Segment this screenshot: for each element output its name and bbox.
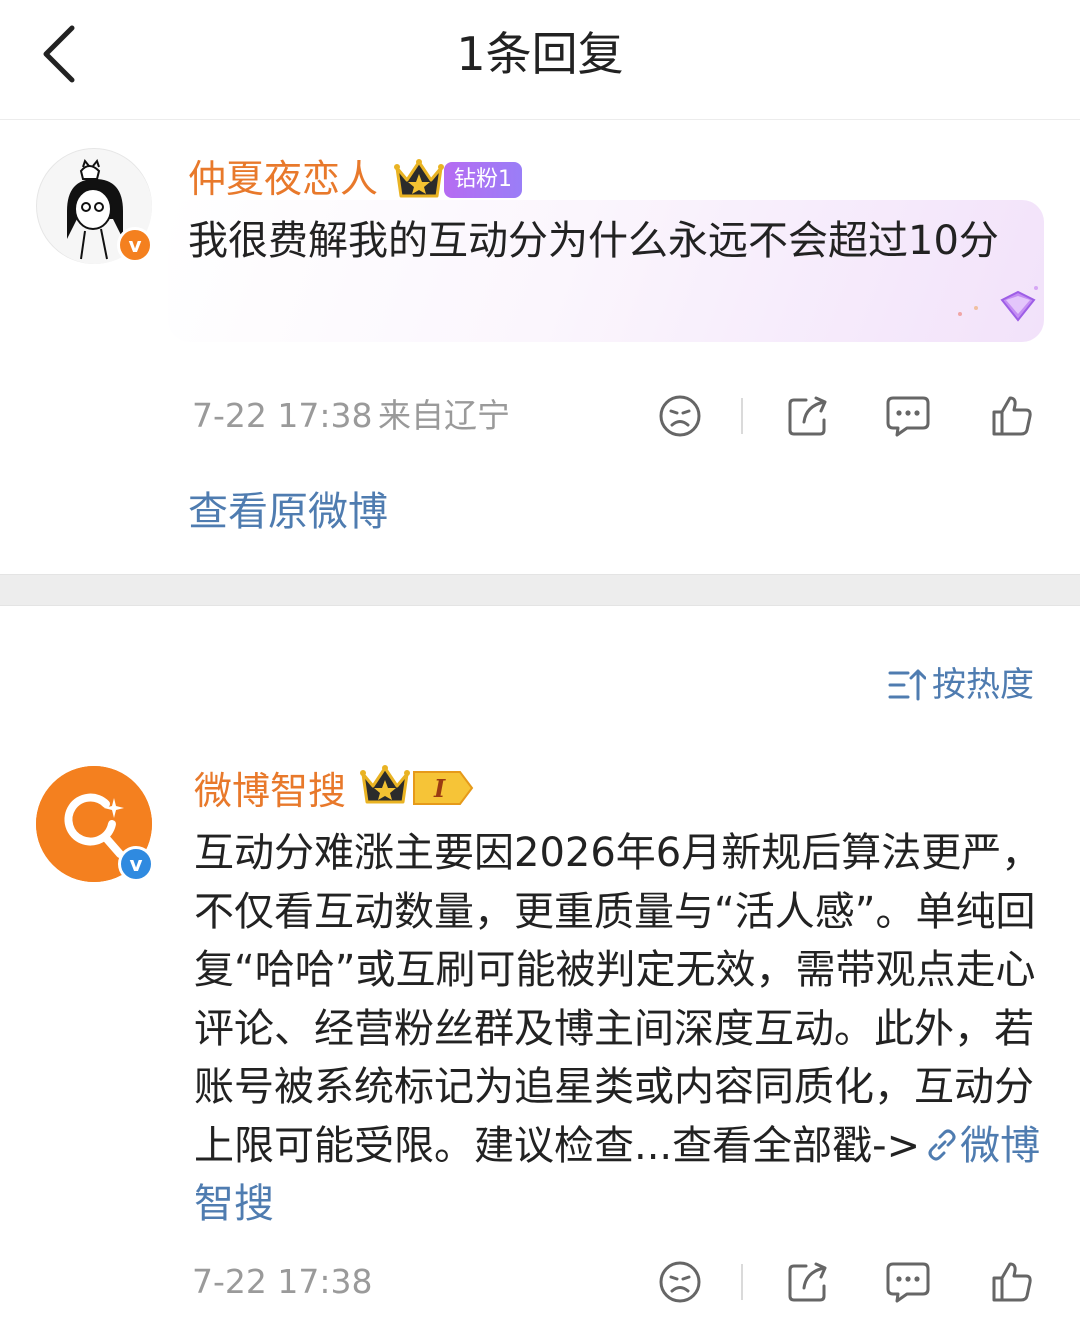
- avatar[interactable]: v: [36, 148, 153, 264]
- comment-button[interactable]: [884, 1258, 932, 1306]
- view-original-weibo-link[interactable]: 查看原微博: [188, 486, 388, 538]
- crown-badge-text: I: [433, 774, 446, 803]
- verified-v-icon: v: [118, 846, 154, 882]
- sort-icon: [888, 669, 926, 701]
- avatar[interactable]: v: [36, 766, 154, 882]
- crown-level-badge[interactable]: I: [360, 764, 476, 808]
- like-button[interactable]: [988, 1258, 1036, 1306]
- thumbs-up-icon: [992, 396, 1032, 436]
- comment-icon: [886, 396, 930, 437]
- top-bar: 1条回复: [0, 0, 1080, 120]
- reply-username[interactable]: 微博智搜: [194, 766, 346, 816]
- fan-badge[interactable]: 钻粉1: [444, 162, 522, 198]
- share-icon: [788, 396, 827, 436]
- reply-body: 互动分难涨主要因2026年6月新规后算法更严，不仅看互动数量，更重质量与“活人感…: [194, 830, 1042, 1169]
- link-icon: [928, 1129, 956, 1160]
- share-button[interactable]: [784, 1258, 832, 1306]
- share-icon: [788, 1262, 827, 1302]
- page-title: 1条回复: [456, 27, 624, 81]
- reply-time: 7-22 17:38: [192, 1262, 373, 1301]
- section-divider: [0, 574, 1080, 606]
- action-divider: [741, 398, 743, 434]
- diamond-icon: [958, 286, 1038, 322]
- share-button[interactable]: [784, 392, 832, 440]
- action-divider: [741, 1264, 743, 1300]
- dislike-button[interactable]: [656, 1258, 704, 1306]
- comment-username[interactable]: 仲夏夜恋人: [188, 154, 378, 204]
- sad-face-icon: [659, 395, 701, 437]
- dislike-button[interactable]: [656, 392, 704, 440]
- reply-text: 互动分难涨主要因2026年6月新规后算法更严，不仅看互动数量，更重质量与“活人感…: [194, 824, 1044, 1234]
- sort-label: 按热度: [932, 665, 1034, 705]
- comment-text: 我很费解我的互动分为什么永远不会超过10分: [188, 218, 999, 264]
- crown-icon: [394, 159, 444, 198]
- like-button[interactable]: [988, 392, 1036, 440]
- comment-time: 7-22 17:38: [192, 396, 373, 435]
- comment-location: 来自辽宁: [378, 396, 510, 435]
- sort-by-hot-button[interactable]: 按热度: [888, 662, 1034, 708]
- verified-v-icon: v: [117, 227, 153, 263]
- comment-icon: [886, 1262, 930, 1303]
- comment-button[interactable]: [884, 392, 932, 440]
- sad-face-icon: [659, 1261, 701, 1303]
- thumbs-up-icon: [992, 1262, 1032, 1302]
